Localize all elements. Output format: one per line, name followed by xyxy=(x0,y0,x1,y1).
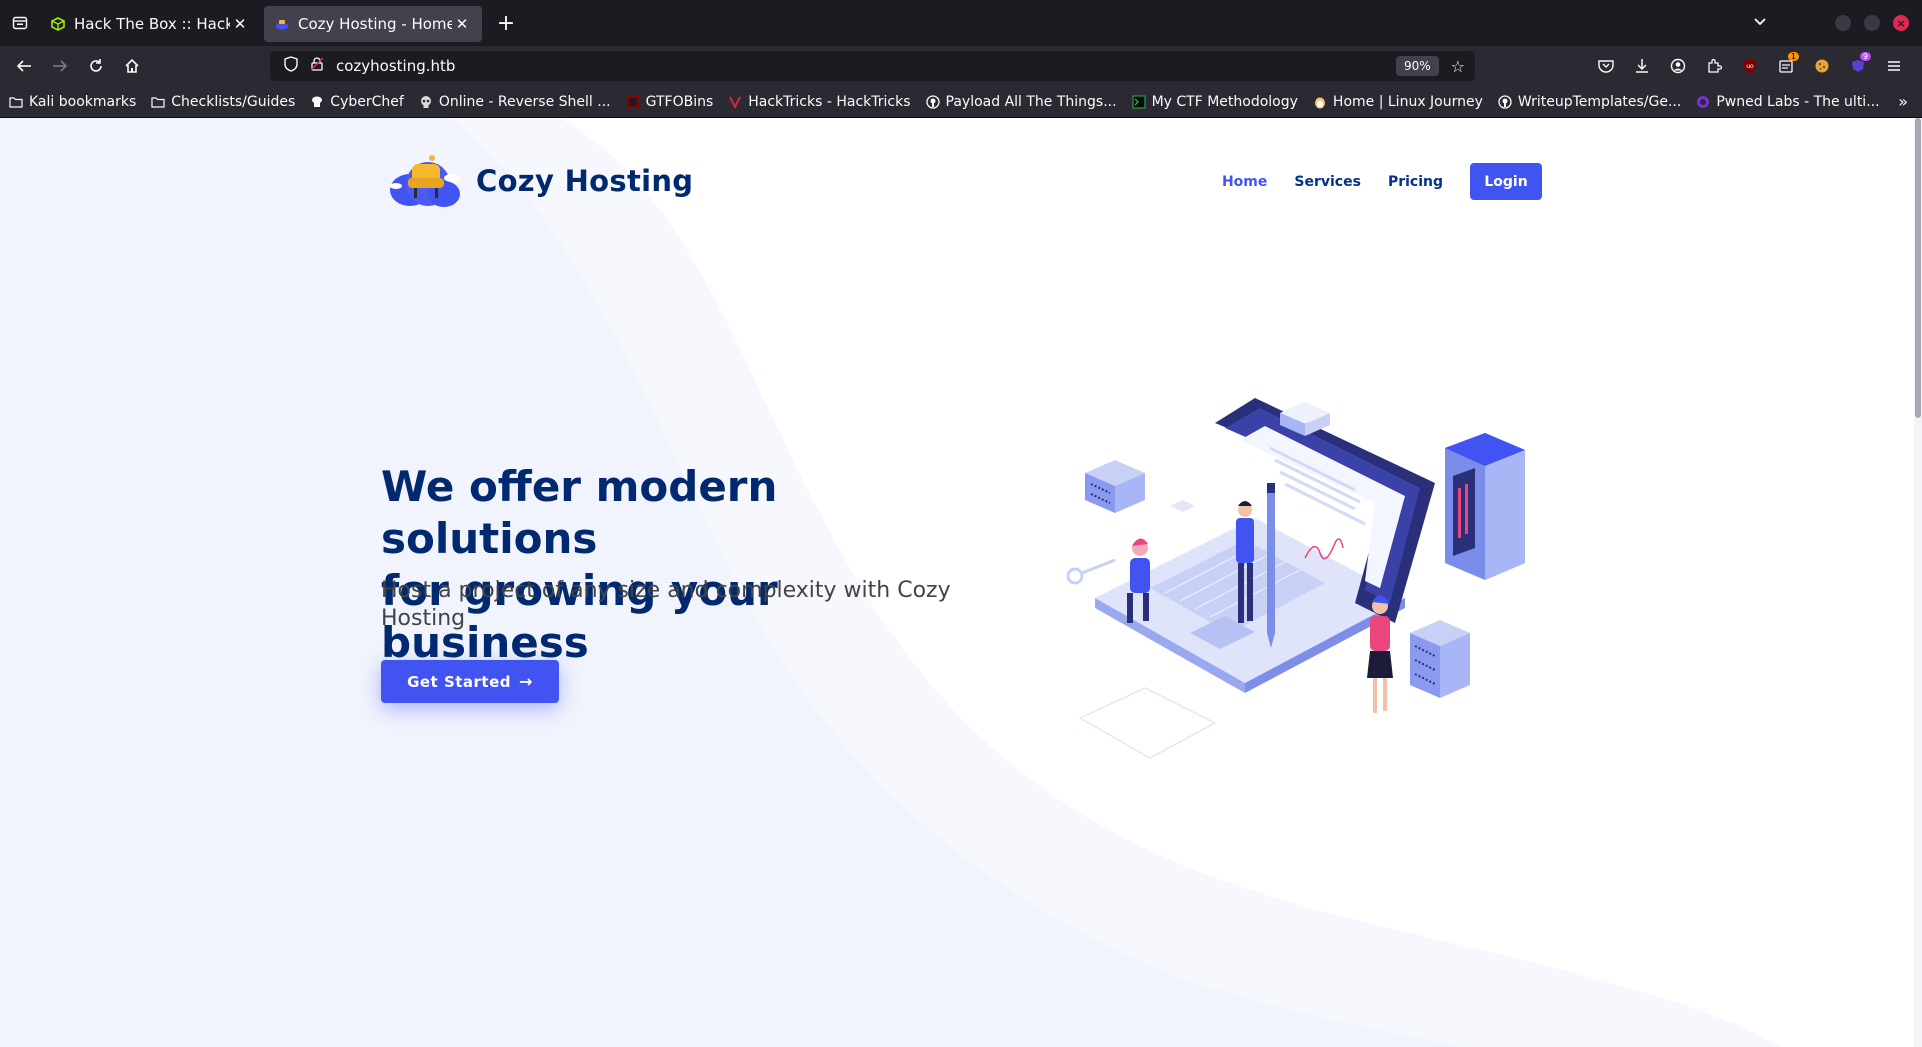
tracking-protection-shield-icon[interactable] xyxy=(276,56,306,76)
bookmark-writeup-templates[interactable]: WriteupTemplates/Ge... xyxy=(1497,94,1681,110)
nav-link-pricing[interactable]: Pricing xyxy=(1388,174,1443,190)
close-window-button[interactable]: × xyxy=(1893,15,1909,31)
page-scrollbar[interactable] xyxy=(1914,118,1922,1047)
bookmark-hacktricks[interactable]: HackTricks - HackTricks xyxy=(727,93,911,110)
tab-close-icon[interactable]: ✕ xyxy=(230,15,250,33)
hero-illustration xyxy=(1066,398,1525,759)
pwnedlabs-icon xyxy=(1695,94,1711,110)
get-started-label: Get Started xyxy=(407,672,512,691)
notes-extension-icon[interactable]: 1 xyxy=(1768,50,1804,82)
new-tab-button[interactable]: + xyxy=(488,5,524,41)
web-page-viewport: Cozy Hosting Home Services Pricing Login… xyxy=(0,118,1922,1047)
gtfobins-icon xyxy=(625,94,641,110)
zoom-level-indicator[interactable]: 90% xyxy=(1395,56,1439,76)
ublock-origin-icon[interactable]: uo xyxy=(1732,50,1768,82)
bookmark-label: GTFOBins xyxy=(645,93,714,110)
tab-title: Cozy Hosting - Home xyxy=(298,15,452,33)
page-scrollbar-thumb[interactable] xyxy=(1915,118,1921,418)
tab-hack-the-box[interactable]: Hack The Box :: Hack The ✕ xyxy=(40,6,260,42)
account-icon[interactable] xyxy=(1660,50,1696,82)
forward-arrow-icon[interactable] xyxy=(42,50,78,82)
folder-icon xyxy=(150,94,166,110)
notification-badge: 1 xyxy=(1787,52,1799,61)
bookmark-label: Home | Linux Journey xyxy=(1332,93,1483,110)
hacktricks-icon xyxy=(727,94,743,110)
nav-link-services[interactable]: Services xyxy=(1294,174,1361,190)
nav-link-home[interactable]: Home xyxy=(1222,174,1267,190)
maximize-window-button[interactable] xyxy=(1864,15,1880,31)
bookmark-label: WriteupTemplates/Ge... xyxy=(1517,93,1682,110)
bookmark-star-icon[interactable]: ☆ xyxy=(1451,57,1465,76)
login-button[interactable]: Login xyxy=(1470,163,1542,200)
downloads-icon[interactable] xyxy=(1624,50,1660,82)
github-icon xyxy=(1497,94,1513,110)
skull-icon xyxy=(418,94,434,110)
tab-cozy-hosting[interactable]: Cozy Hosting - Home ✕ xyxy=(264,6,482,42)
pocket-icon[interactable] xyxy=(1588,50,1624,82)
bookmark-label: Kali bookmarks xyxy=(29,93,137,110)
hero-subtitle: Host a project of any size and complexit… xyxy=(381,578,951,631)
foxyproxy-icon[interactable]: 9 xyxy=(1840,50,1876,82)
bookmark-label: HackTricks - HackTricks xyxy=(748,93,911,110)
bookmark-label: Checklists/Guides xyxy=(171,93,296,110)
browser-navigation-bar: cozyhosting.htb 90% ☆ uo 1 9 xyxy=(0,46,1922,86)
home-icon[interactable] xyxy=(114,50,150,82)
bookmark-label: My CTF Methodology xyxy=(1151,93,1298,110)
arrow-right-icon: → xyxy=(519,672,533,691)
bookmark-label: Payload All The Things... xyxy=(945,93,1117,110)
bookmark-cyberchef[interactable]: CyberChef xyxy=(309,94,404,110)
bookmark-label: Pwned Labs - The ulti... xyxy=(1716,93,1880,110)
folder-icon xyxy=(8,94,24,110)
reload-icon[interactable] xyxy=(78,50,114,82)
bookmark-payload-all-the-things[interactable]: Payload All The Things... xyxy=(925,94,1117,110)
site-navigation: Home Services Pricing Login xyxy=(1222,163,1542,200)
url-text[interactable]: cozyhosting.htb xyxy=(336,57,1396,75)
bookmark-checklists-guides[interactable]: Checklists/Guides xyxy=(150,94,295,110)
cozy-hosting-favicon-icon xyxy=(274,16,290,32)
extensions-puzzle-icon[interactable] xyxy=(1696,50,1732,82)
bookmark-label: Online - Reverse Shell ... xyxy=(438,93,611,110)
bookmark-gtfobins[interactable]: GTFOBins xyxy=(625,93,714,110)
cyberchef-icon xyxy=(309,94,325,110)
terminal-icon xyxy=(1131,94,1147,110)
notification-badge: 9 xyxy=(1859,52,1871,61)
hamburger-menu-icon[interactable] xyxy=(1876,50,1912,82)
firefox-view-icon[interactable] xyxy=(0,0,40,46)
bookmark-reverse-shell[interactable]: Online - Reverse Shell ... xyxy=(418,94,611,110)
back-arrow-icon[interactable] xyxy=(6,50,42,82)
bookmark-label: CyberChef xyxy=(330,93,404,110)
bookmark-kali-bookmarks[interactable]: Kali bookmarks xyxy=(8,94,136,110)
hero-title: We offer modern solutions for growing yo… xyxy=(381,461,981,669)
github-icon xyxy=(925,94,941,110)
bookmarks-toolbar: Kali bookmarks Checklists/Guides CyberCh… xyxy=(0,86,1922,118)
bookmark-my-ctf-methodology[interactable]: My CTF Methodology xyxy=(1131,94,1298,110)
hero-title-line-1: We offer modern solutions xyxy=(381,462,778,563)
get-started-button[interactable]: Get Started → xyxy=(381,660,559,703)
bookmarks-overflow-chevron-icon[interactable]: » xyxy=(1898,92,1908,111)
bookmark-linux-journey[interactable]: Home | Linux Journey xyxy=(1312,94,1483,110)
linux-journey-icon xyxy=(1312,94,1328,110)
address-bar[interactable]: cozyhosting.htb 90% ☆ xyxy=(270,51,1475,81)
hackthebox-icon xyxy=(50,16,66,32)
tab-title: Hack The Box :: Hack The xyxy=(74,15,230,33)
svg-text:uo: uo xyxy=(1746,63,1754,70)
browser-tab-bar: Hack The Box :: Hack The ✕ Cozy Hosting … xyxy=(0,0,1922,46)
chevron-down-icon[interactable] xyxy=(1745,15,1775,31)
bookmark-pwned-labs[interactable]: Pwned Labs - The ulti... xyxy=(1695,93,1880,110)
site-header: Cozy Hosting Home Services Pricing Login xyxy=(380,146,1542,216)
cookie-editor-icon[interactable] xyxy=(1804,50,1840,82)
cozy-hosting-logo-icon[interactable] xyxy=(388,146,464,214)
minimize-window-button[interactable] xyxy=(1835,15,1851,31)
tab-close-icon[interactable]: ✕ xyxy=(452,15,472,33)
brand-name[interactable]: Cozy Hosting xyxy=(476,164,693,198)
insecure-lock-icon[interactable] xyxy=(306,57,328,75)
